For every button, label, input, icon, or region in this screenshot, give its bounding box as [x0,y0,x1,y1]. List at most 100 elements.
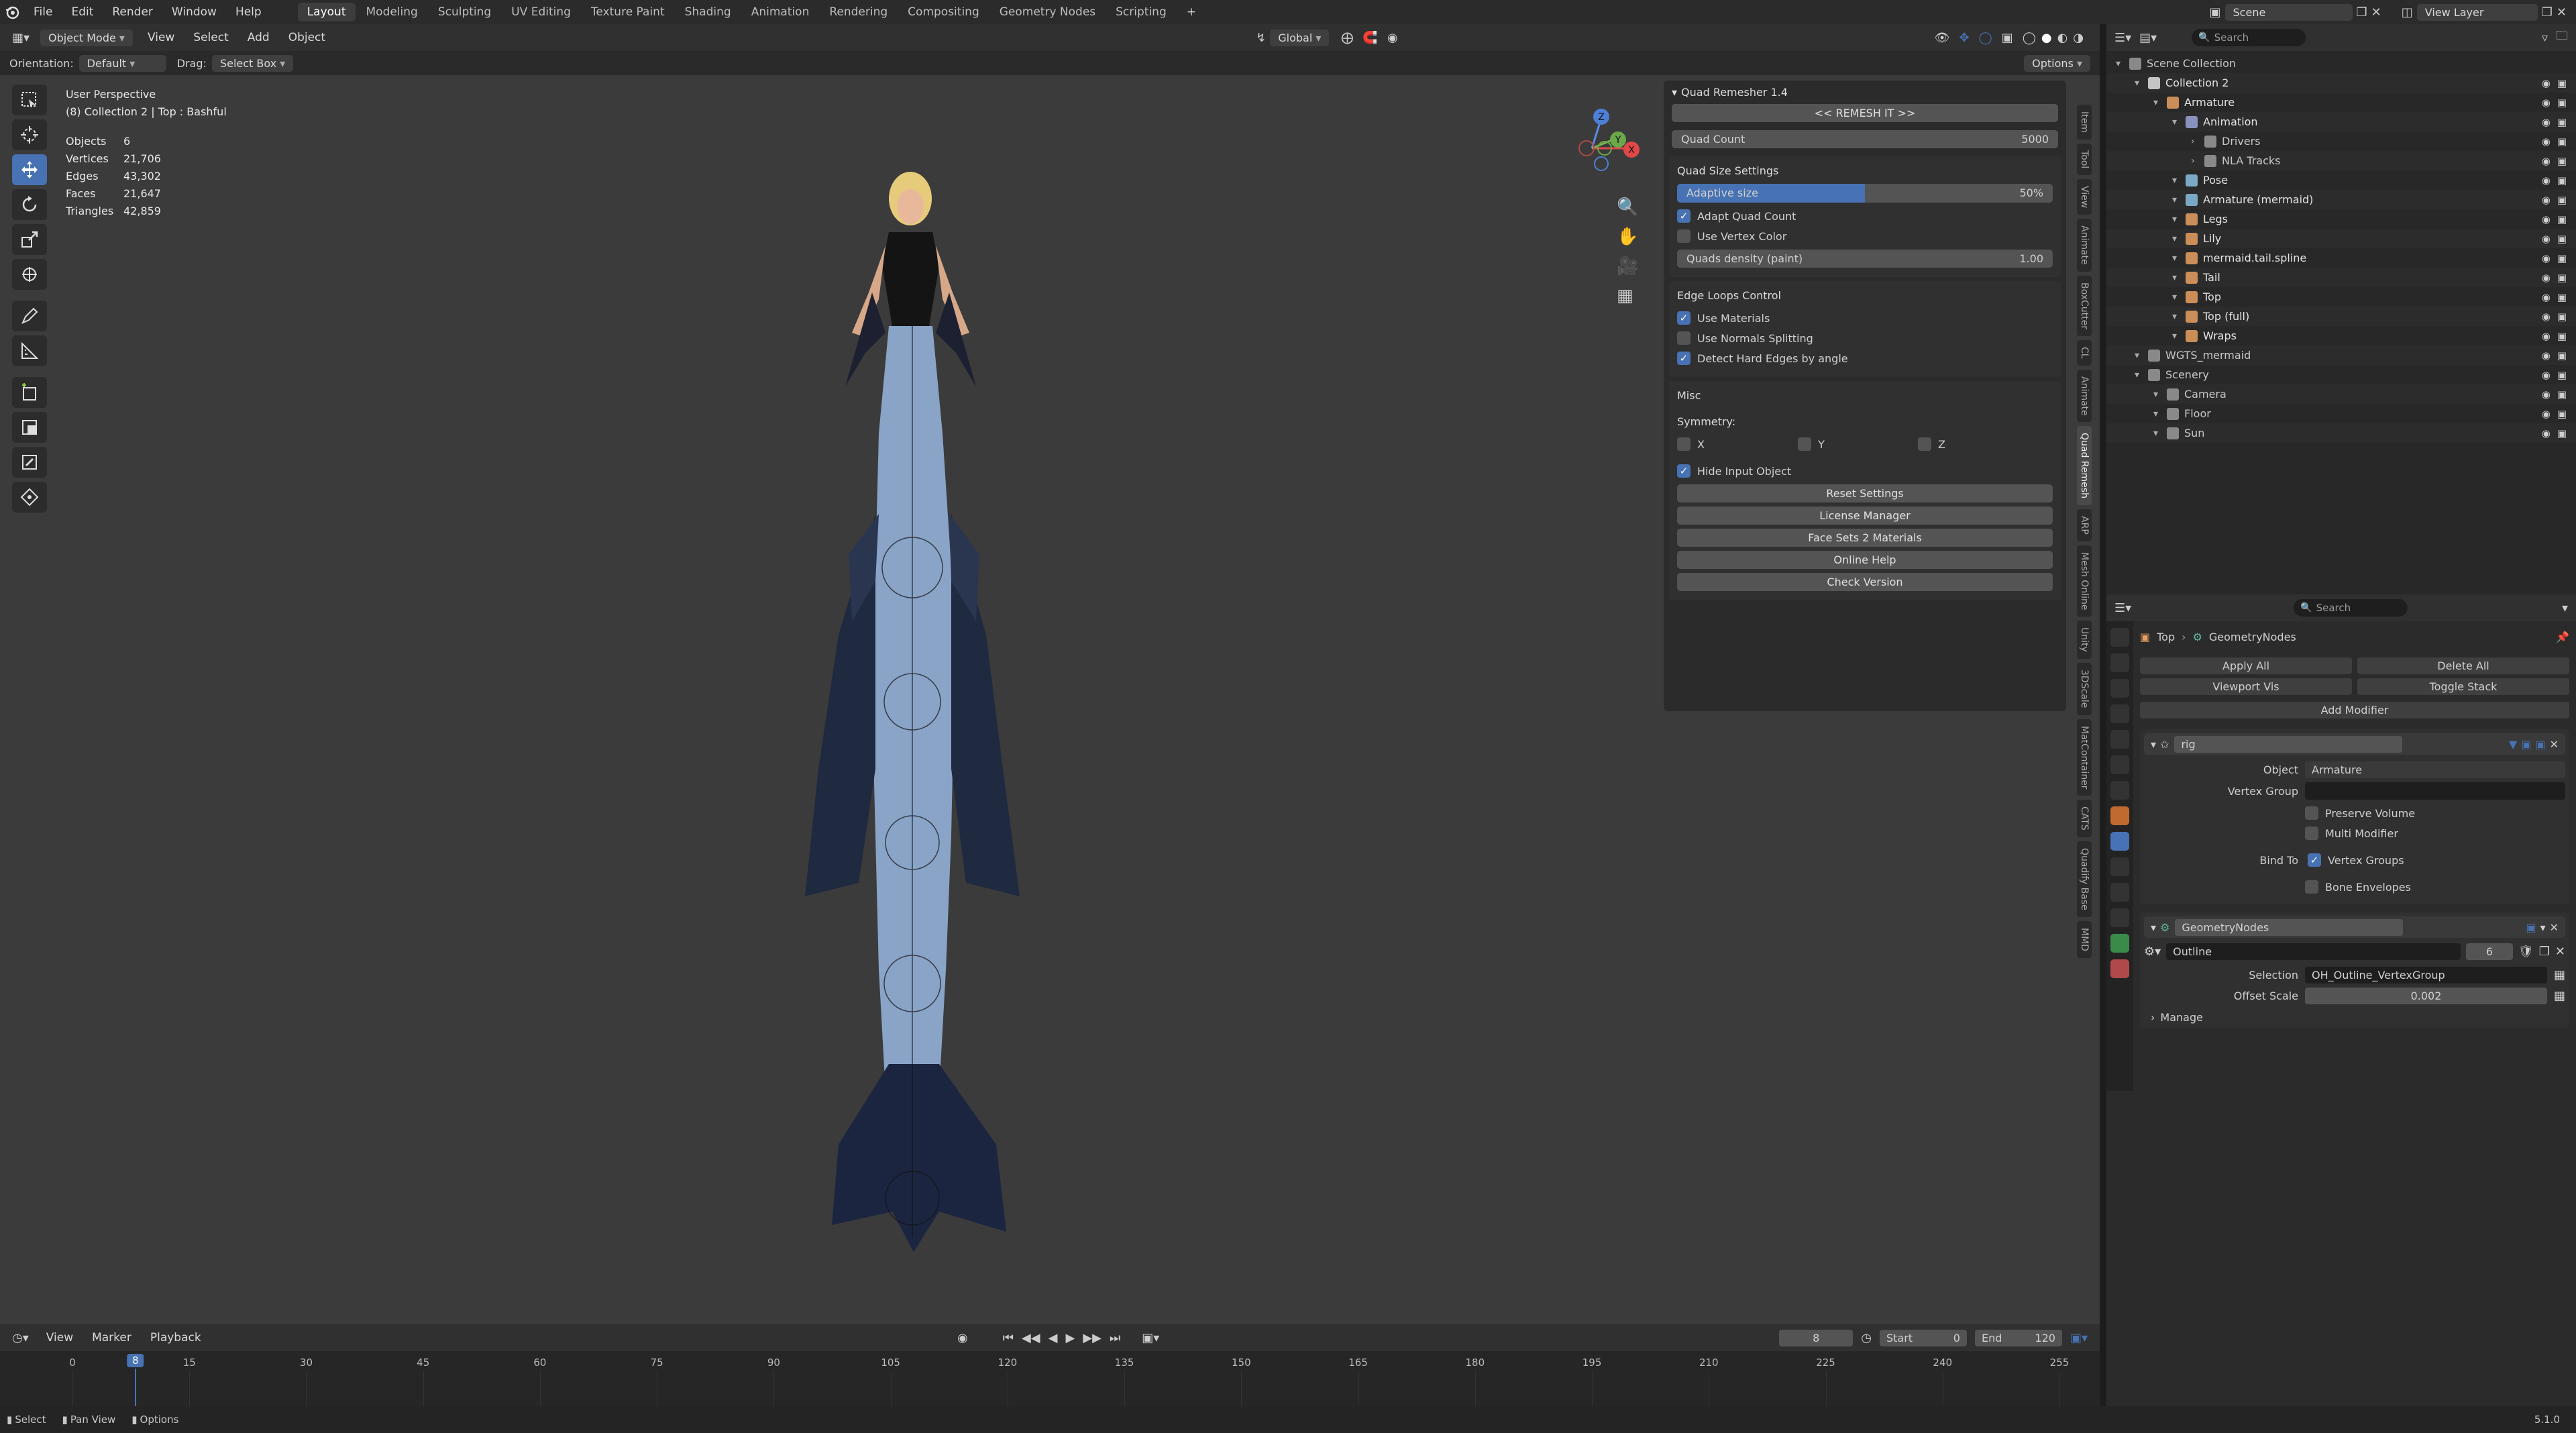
gizmo-toggle-icon[interactable]: ✥ [1959,31,1969,45]
prev-keyframe-icon[interactable]: ◀◀ [1022,1331,1040,1345]
eye-icon[interactable]: ◉ [2542,388,2551,401]
wireframe-shading-icon[interactable]: ◯ [2023,31,2036,45]
expand-chevron-icon[interactable]: ▾ [2116,58,2127,69]
geometry-nodes-modifier-name[interactable]: GeometryNodes [2175,918,2404,936]
sidebar-tab-animate[interactable]: Animate [2077,369,2092,423]
multi-modifier-checkbox[interactable]: Multi Modifier [2305,827,2563,840]
outliner-row[interactable]: ▾ Animation ◉ ▣ [2106,112,2576,131]
navigation-gizmo[interactable]: Z X Y [1556,78,1650,172]
realtime-toggle-icon[interactable]: ▣ [2526,921,2536,934]
tab-shading[interactable]: Shading [676,3,741,21]
eye-icon[interactable]: ◉ [2542,408,2551,420]
camera-icon[interactable]: ▣ [2557,427,2567,439]
rendered-shading-icon[interactable]: ◑ [2073,31,2084,45]
eye-icon[interactable]: ◉ [2542,427,2551,439]
timeline-menu-playback[interactable]: Playback [141,1331,211,1344]
visibility-icon[interactable]: 👁 [1935,31,1950,45]
quad-count-field[interactable]: Quad Count 5000 [1672,130,2058,148]
bone-envelopes-checkbox[interactable]: Bone Envelopes [2305,880,2563,894]
viewport-vis-button[interactable]: Viewport Vis [2140,678,2352,695]
sidebar-tab-item[interactable]: Item [2077,105,2092,140]
xray-toggle-icon[interactable]: ▣ [2002,31,2013,45]
jump-end-icon[interactable]: ⏭ [1110,1331,1120,1345]
modifier-tab-icon[interactable] [2110,832,2129,851]
collection-tab-icon[interactable] [2110,781,2129,800]
expand-chevron-icon[interactable]: ▾ [2172,233,2183,244]
physics-tab-icon[interactable] [2110,883,2129,902]
measure-tool[interactable] [12,335,47,366]
timeline-editor-icon[interactable]: ◷▾ [12,1331,29,1345]
pivot-icon[interactable]: ⨁ [1341,31,1353,45]
eye-icon[interactable]: ◉ [2542,233,2551,245]
sidebar-tab-quad-remesh[interactable]: Quad Remesh [2077,426,2092,506]
eye-icon[interactable]: ◉ [2542,213,2551,225]
eye-icon[interactable]: ◉ [2542,194,2551,206]
expand-chevron-icon[interactable]: ▾ [2172,311,2183,322]
timeline-menu-view[interactable]: View [37,1331,83,1344]
tab-scripting[interactable]: Scripting [1106,3,1176,21]
geometry-nodes-modifier-header[interactable]: ▾ ⚙ GeometryNodes ▣ ▾ ✕ [2144,916,2565,938]
close-icon[interactable]: ✕ [2557,5,2567,19]
symmetry-z-checkbox[interactable]: Z [1918,437,1945,451]
sidebar-tab-quadify-base[interactable]: Quadify Base [2077,841,2092,917]
pin-icon[interactable]: 📌 [2556,631,2569,643]
viewport-menu-view[interactable]: View [138,31,184,44]
outliner-row[interactable]: ▾ mermaid.tail.spline ◉ ▣ [2106,248,2576,268]
duplicate-icon[interactable]: ❐ [2539,945,2550,959]
rotate-tool[interactable] [12,189,47,220]
grid-projection-icon[interactable]: ▦ [1617,286,1638,306]
select-box-tool[interactable] [12,85,47,115]
expand-chevron-icon[interactable]: ▾ [2153,409,2164,419]
play-icon[interactable]: ▶ [1065,1331,1075,1345]
menu-render[interactable]: Render [103,5,162,19]
node-group-field[interactable]: Outline [2166,943,2461,960]
preserve-volume-checkbox[interactable]: Preserve Volume [2305,806,2563,820]
delete-all-button[interactable]: Delete All [2357,657,2569,674]
expand-chevron-icon[interactable]: ▾ [2172,117,2183,127]
eye-icon[interactable]: ◉ [2542,272,2551,284]
expand-chevron-icon[interactable]: ▾ [2172,214,2183,225]
camera-icon[interactable]: ▣ [2557,350,2567,362]
camera-view-icon[interactable]: 🎥 [1617,256,1638,276]
mode-selector[interactable]: Object Mode [40,29,133,46]
sidebar-tab-matcontainer[interactable]: MatContainer [2077,719,2092,796]
expand-chevron-icon[interactable]: ▾ [2172,253,2183,264]
tab-animation[interactable]: Animation [742,3,819,21]
camera-icon[interactable]: ▣ [2557,408,2567,420]
new-collection-icon[interactable]: 🗀 [2556,28,2568,48]
outliner-row[interactable]: ▾ Collection 2 ◉ ▣ [2106,73,2576,93]
camera-icon[interactable]: ▣ [2557,155,2567,167]
properties-editor-icon[interactable]: ☰▾ [2114,601,2131,615]
view-layer-selector[interactable]: View Layer [2416,3,2538,21]
viewport-menu-object[interactable]: Object [279,31,335,44]
close-icon[interactable]: ✕ [2555,945,2565,959]
symmetry-x-checkbox[interactable]: X [1677,437,1705,451]
drag-selector[interactable]: Select Box [211,54,294,72]
snap-tool[interactable] [12,482,47,513]
scene-tab-icon[interactable] [2110,730,2129,749]
copy-icon[interactable]: ❐ [2357,5,2367,19]
node-group-users[interactable]: 6 [2465,943,2513,960]
viewport-menu-select[interactable]: Select [184,31,237,44]
render-tab-icon[interactable] [2110,653,2129,672]
expand-chevron-icon[interactable]: ▾ [2172,175,2183,186]
outliner-row[interactable]: ▾ Pose ◉ ▣ [2106,170,2576,190]
tab-modeling[interactable]: Modeling [357,3,427,21]
camera-icon[interactable]: ▣ [2557,388,2567,401]
render-toggle-icon[interactable]: ▣ [2535,738,2545,751]
camera-icon[interactable]: ▣ [2557,194,2567,206]
eye-icon[interactable]: ◉ [2542,311,2551,323]
menu-help[interactable]: Help [226,5,271,19]
fake-user-icon[interactable]: 🛡 [2518,945,2534,959]
particles-tab-icon[interactable] [2110,857,2129,876]
outliner-row[interactable]: ▾ Legs ◉ ▣ [2106,209,2576,229]
expand-chevron-icon[interactable]: ▾ [2172,272,2183,283]
camera-icon[interactable]: ▣ [2557,97,2567,109]
expand-chevron-icon[interactable]: ▾ [2153,97,2164,108]
outliner-row[interactable]: › Drivers ◉ ▣ [2106,131,2576,151]
tab-uv-editing[interactable]: UV Editing [502,3,580,21]
apply-all-button[interactable]: Apply All [2140,657,2352,674]
reset-settings-button[interactable]: Reset Settings [1677,484,2053,502]
hops-tool[interactable] [12,447,47,478]
move-tool[interactable] [12,154,47,185]
